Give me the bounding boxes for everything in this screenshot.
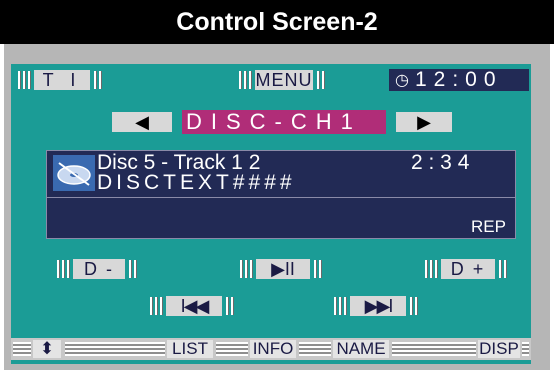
bar-stripes bbox=[299, 342, 331, 356]
clock-display: ◷ 12:00 bbox=[389, 68, 529, 91]
page-title: Control Screen-2 bbox=[0, 0, 554, 44]
next-track-button[interactable]: ▶▶I bbox=[350, 296, 406, 316]
play-pause-icon: ▶II bbox=[271, 258, 295, 279]
next-track-ribs-left bbox=[334, 295, 346, 317]
function-bar: ⬍ LIST INFO NAME DISP bbox=[11, 338, 531, 360]
bar-stripes bbox=[522, 342, 529, 356]
bar-stripes bbox=[392, 342, 476, 356]
play-pause-button[interactable]: ▶II bbox=[256, 259, 310, 279]
disc-up-ribs-left bbox=[425, 258, 437, 280]
play-ribs-right bbox=[314, 258, 321, 280]
menu-ribs-right bbox=[317, 69, 324, 91]
up-down-arrow-icon: ⬍ bbox=[39, 339, 55, 358]
prev-track-ribs-right bbox=[226, 295, 233, 317]
menu-button[interactable]: MENU bbox=[255, 70, 313, 90]
ti-button[interactable]: T I bbox=[34, 70, 90, 90]
right-arrow-icon: ▶ bbox=[417, 111, 431, 132]
source-label: DISC-CH1 bbox=[182, 109, 386, 134]
ti-ribs-left bbox=[18, 69, 30, 91]
ti-ribs-right bbox=[94, 69, 101, 91]
panel-divider bbox=[47, 197, 515, 198]
list-button[interactable]: LIST bbox=[167, 339, 213, 358]
disc-down-ribs-right bbox=[129, 258, 136, 280]
menu-ribs-left bbox=[239, 69, 251, 91]
disc-up-ribs-right bbox=[499, 258, 506, 280]
next-track-ribs-right bbox=[410, 295, 417, 317]
disp-button[interactable]: DISP bbox=[478, 339, 520, 358]
repeat-indicator: REP bbox=[471, 217, 506, 236]
clock-time: 12:00 bbox=[414, 68, 503, 91]
info-button[interactable]: INFO bbox=[250, 339, 296, 358]
left-arrow-icon: ◀ bbox=[135, 111, 149, 132]
next-source-button[interactable]: ▶ bbox=[396, 112, 452, 132]
scroll-updown-button[interactable]: ⬍ bbox=[33, 339, 61, 358]
track-time: 2 : 3 4 bbox=[411, 151, 470, 174]
disc-down-button[interactable]: D - bbox=[73, 259, 125, 279]
bar-stripes bbox=[13, 342, 31, 356]
play-ribs-left bbox=[240, 258, 252, 280]
clock-icon: ◷ bbox=[395, 72, 409, 89]
track-line: Disc 5 - Track 1 2 bbox=[97, 151, 261, 174]
disc-text: DISCTEXT#### bbox=[97, 171, 296, 194]
next-track-icon: ▶▶I bbox=[364, 295, 394, 316]
prev-source-button[interactable]: ◀ bbox=[112, 112, 172, 132]
disc-icon bbox=[53, 155, 95, 191]
prev-track-button[interactable]: I◀◀ bbox=[166, 296, 222, 316]
name-button[interactable]: NAME bbox=[333, 339, 389, 358]
bar-stripes bbox=[216, 342, 248, 356]
track-info-panel: Disc 5 - Track 1 2 2 : 3 4 DISCTEXT#### … bbox=[46, 150, 516, 239]
disc-down-ribs-left bbox=[57, 258, 69, 280]
bar-stripes bbox=[65, 342, 165, 356]
prev-track-icon: I◀◀ bbox=[180, 295, 210, 316]
prev-track-ribs-left bbox=[150, 295, 162, 317]
disc-up-button[interactable]: D + bbox=[441, 259, 495, 279]
